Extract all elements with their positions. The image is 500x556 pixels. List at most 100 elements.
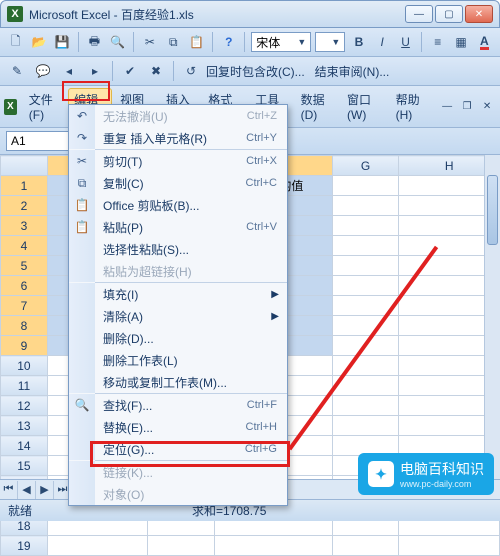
cell[interactable] <box>332 176 399 196</box>
menu-item-find[interactable]: 🔍查找(F)...Ctrl+F <box>69 394 287 416</box>
row-header[interactable]: 7 <box>1 296 48 316</box>
menu-item-paste-special[interactable]: 选择性粘贴(S)... <box>69 238 287 260</box>
font-color-button[interactable]: A <box>475 31 494 53</box>
badge-icon: ✦ <box>368 461 394 487</box>
cell[interactable] <box>332 536 399 556</box>
row-header[interactable]: 12 <box>1 396 48 416</box>
menu-item-delete[interactable]: 删除(D)... <box>69 327 287 349</box>
doc-close-button[interactable]: ✕ <box>478 96 496 118</box>
menu-item-copy[interactable]: ⧉复制(C)Ctrl+C <box>69 172 287 194</box>
reject-icon[interactable]: ✖ <box>145 60 167 82</box>
font-size-combo[interactable]: ▼ <box>315 32 345 52</box>
tab-nav-prev[interactable]: ◀ <box>18 481 36 499</box>
cell[interactable] <box>332 316 399 336</box>
print-icon[interactable]: 🖶 <box>85 31 104 53</box>
redo-icon: ↷ <box>69 127 95 149</box>
comment-icon[interactable]: 💬 <box>32 60 54 82</box>
next-icon[interactable]: ▸ <box>84 60 106 82</box>
row-header[interactable]: 4 <box>1 236 48 256</box>
row-header[interactable]: 19 <box>1 536 48 556</box>
menu-item-clear[interactable]: 清除(A)▶ <box>69 305 287 327</box>
row-header[interactable]: 5 <box>1 256 48 276</box>
menu-item-paste-hyperlink: 粘贴为超链接(H) <box>69 260 287 282</box>
tab-nav-first[interactable]: ⏮ <box>0 481 18 499</box>
fill-color-icon[interactable]: ▦ <box>451 31 470 53</box>
cell[interactable] <box>47 536 147 556</box>
row-header[interactable]: 15 <box>1 456 48 476</box>
menu-item-move-copy-sheet[interactable]: 移动或复制工作表(M)... <box>69 371 287 393</box>
doc-minimize-button[interactable]: — <box>438 96 456 118</box>
tab-nav-next[interactable]: ▶ <box>36 481 54 499</box>
window-title: Microsoft Excel - 百度经验1.xls <box>29 6 405 23</box>
cell[interactable] <box>332 396 399 416</box>
bold-button[interactable]: B <box>349 31 368 53</box>
row-header[interactable]: 13 <box>1 416 48 436</box>
row-header[interactable]: 2 <box>1 196 48 216</box>
menu-item-office-clipboard[interactable]: 📋Office 剪贴板(B)... <box>69 194 287 216</box>
excel-icon: X <box>7 6 23 22</box>
menu-item-fill[interactable]: 填充(I)▶ <box>69 283 287 305</box>
menu-data[interactable]: 数据(D) <box>295 88 339 125</box>
minimize-button[interactable]: — <box>405 5 433 23</box>
menu-item-delete-sheet[interactable]: 删除工作表(L) <box>69 349 287 371</box>
copy-icon[interactable]: ⧉ <box>164 31 183 53</box>
cell[interactable] <box>332 256 399 276</box>
menu-item-paste[interactable]: 📋粘贴(P)Ctrl+V <box>69 216 287 238</box>
cell[interactable] <box>215 536 332 556</box>
save-icon[interactable]: 💾 <box>53 31 72 53</box>
align-left-icon[interactable]: ≡ <box>428 31 447 53</box>
menu-window[interactable]: 窗口(W) <box>341 88 388 125</box>
name-box-value: A1 <box>11 134 26 148</box>
new-icon[interactable]: 🗋 <box>6 31 25 53</box>
row-header[interactable]: 8 <box>1 316 48 336</box>
row-header[interactable]: 3 <box>1 216 48 236</box>
edit-menu-dropdown: ↶无法撤消(U)Ctrl+Z ↷重复 插入单元格(R)Ctrl+Y ✂剪切(T)… <box>68 104 288 506</box>
cell[interactable] <box>332 196 399 216</box>
cell[interactable] <box>148 536 215 556</box>
font-name-combo[interactable]: 宋体 ▼ <box>251 32 311 52</box>
col-header-G[interactable]: G <box>332 156 399 176</box>
toolbar-reviewing: ✎ 💬 ◂ ▸ ✔ ✖ ↺ 回复时包含改(C)... 结束审阅(N)... <box>0 57 500 86</box>
toolbar-label-endreview[interactable]: 结束审阅(N)... <box>315 63 390 80</box>
italic-button[interactable]: I <box>373 31 392 53</box>
paste-icon: 📋 <box>69 216 95 238</box>
show-changes-icon[interactable]: ✎ <box>6 60 28 82</box>
cell[interactable] <box>332 216 399 236</box>
menu-item-goto[interactable]: 定位(G)...Ctrl+G <box>69 438 287 460</box>
help-icon[interactable]: ? <box>219 31 238 53</box>
cell[interactable] <box>332 416 399 436</box>
menu-item-cut[interactable]: ✂剪切(T)Ctrl+X <box>69 150 287 172</box>
cell[interactable] <box>332 276 399 296</box>
menu-item-redo[interactable]: ↷重复 插入单元格(R)Ctrl+Y <box>69 127 287 149</box>
cell[interactable] <box>332 236 399 256</box>
cut-icon[interactable]: ✂ <box>140 31 159 53</box>
preview-icon[interactable]: 🔍 <box>108 31 127 53</box>
row-header[interactable]: 1 <box>1 176 48 196</box>
reply-icon[interactable]: ↺ <box>180 60 202 82</box>
paste-icon[interactable]: 📋 <box>187 31 206 53</box>
prev-icon[interactable]: ◂ <box>58 60 80 82</box>
excel-doc-icon[interactable]: X <box>4 99 17 115</box>
close-button[interactable]: ✕ <box>465 5 493 23</box>
watermark-badge: ✦ 电脑百科知识 www.pc-daily.com <box>358 453 494 495</box>
row-header[interactable]: 6 <box>1 276 48 296</box>
menu-item-replace[interactable]: 替换(E)...Ctrl+H <box>69 416 287 438</box>
doc-restore-button[interactable]: ❐ <box>458 96 476 118</box>
row-header[interactable]: 9 <box>1 336 48 356</box>
underline-button[interactable]: U <box>396 31 415 53</box>
open-icon[interactable]: 📂 <box>29 31 48 53</box>
maximize-button[interactable]: ▢ <box>435 5 463 23</box>
cut-icon: ✂ <box>69 150 95 172</box>
submenu-arrow-icon: ▶ <box>271 311 287 322</box>
menu-item-object: 对象(O) <box>69 483 287 505</box>
toolbar-label-reply[interactable]: 回复时包含改(C)... <box>206 63 305 80</box>
select-all-corner[interactable] <box>1 156 48 176</box>
row-header[interactable]: 14 <box>1 436 48 456</box>
cell[interactable] <box>399 536 500 556</box>
submenu-arrow-icon: ▶ <box>271 289 287 300</box>
menu-file[interactable]: 文件(F) <box>23 88 66 125</box>
accept-icon[interactable]: ✔ <box>119 60 141 82</box>
menu-help[interactable]: 帮助(H) <box>390 88 434 125</box>
row-header[interactable]: 11 <box>1 376 48 396</box>
row-header[interactable]: 10 <box>1 356 48 376</box>
